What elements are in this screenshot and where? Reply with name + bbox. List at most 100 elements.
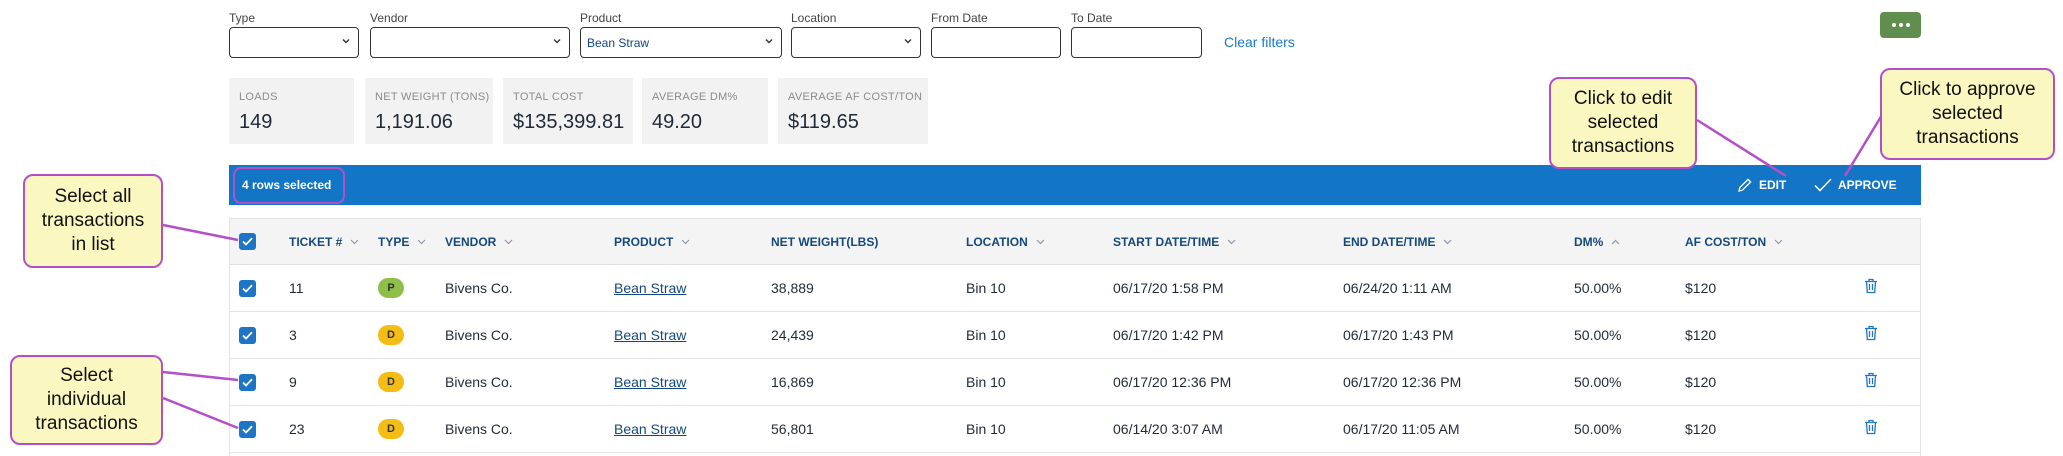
checkmark-icon [242,378,253,387]
trash-icon[interactable] [1864,325,1878,341]
cell-af-cost: $120 [1685,280,1717,296]
filter-location-label: Location [791,11,837,25]
cell-start-date: 06/17/20 12:36 PM [1113,374,1232,390]
filter-from-date-input[interactable] [931,27,1061,58]
more-button[interactable] [1880,12,1921,38]
filter-type-select[interactable] [229,27,359,58]
type-badge: D [378,372,404,392]
trash-icon[interactable] [1864,419,1878,435]
cell-dm: 50.00% [1574,280,1622,296]
cell-dm: 50.00% [1574,374,1622,390]
cell-net-weight: 38,889 [771,280,814,296]
table-row[interactable]: 3 D Bivens Co. Bean Straw 24,439 Bin 10 … [230,312,1920,359]
filter-product-label: Product [580,11,622,25]
stat-average-dm: AVERAGE DM% 49.20 [642,78,768,144]
stat-total-cost: TOTAL COST $135,399.81 [503,78,633,144]
cell-end-date: 06/17/20 1:43 PM [1343,327,1454,343]
column-ticket[interactable]: TICKET # [289,235,359,249]
clear-filters-link[interactable]: Clear filters [1224,34,1295,50]
column-label: AF COST/TON [1685,235,1767,249]
cell-vendor: Bivens Co. [445,421,513,437]
stat-net-weight: NET WEIGHT (TONS) 1,191.06 [365,78,493,144]
filter-product-select[interactable]: Bean Straw [580,27,782,58]
stat-label: NET WEIGHT (TONS) [375,91,490,103]
cell-vendor: Bivens Co. [445,280,513,296]
callout-select-all: Select all transactions in list [23,174,163,268]
column-dm[interactable]: DM% [1574,235,1620,249]
stat-average-af-cost: AVERAGE AF COST/TON $119.65 [778,78,928,144]
pencil-icon [1738,178,1752,192]
cell-end-date: 06/24/20 1:11 AM [1343,280,1452,296]
stat-value: 149 [239,111,273,133]
chevron-down-icon [1036,239,1045,245]
table-header: TICKET # TYPE VENDOR PRODUCT NET WEIGHT(… [230,219,1920,265]
cell-net-weight: 56,801 [771,421,814,437]
column-af-cost[interactable]: AF COST/TON [1685,235,1783,249]
chevron-up-icon [1611,239,1620,245]
selected-count-highlight [233,167,345,204]
filter-to-date-input[interactable] [1071,27,1202,58]
cell-af-cost: $120 [1685,374,1717,390]
table-row[interactable]: 9 D Bivens Co. Bean Straw 16,869 Bin 10 … [230,359,1920,406]
trash-icon[interactable] [1864,372,1878,388]
cell-dm: 50.00% [1574,327,1622,343]
cell-location: Bin 10 [966,421,1006,437]
approve-button[interactable]: APPROVE [1814,177,1897,193]
cell-ticket: 3 [289,327,297,343]
cell-location: Bin 10 [966,327,1006,343]
chevron-down-icon [1444,239,1452,245]
column-location[interactable]: LOCATION [966,235,1045,249]
row-checkbox[interactable] [239,327,256,344]
cell-ticket: 11 [289,280,304,296]
column-label: START DATE/TIME [1113,235,1220,249]
chevron-down-icon [417,239,426,245]
column-end-date[interactable]: END DATE/TIME [1343,235,1452,249]
select-all-checkbox[interactable] [239,233,256,250]
column-label: LOCATION [966,235,1028,249]
cell-product-link[interactable]: Bean Straw [614,280,686,296]
column-label: NET WEIGHT(LBS) [771,235,879,249]
type-badge: D [378,325,404,345]
type-badge: D [378,419,404,439]
chevron-down-icon [342,39,350,44]
filter-to-date-label: To Date [1071,11,1113,25]
cell-product-link[interactable]: Bean Straw [614,374,686,390]
row-checkbox[interactable] [239,421,256,438]
stat-label: TOTAL COST [513,91,584,103]
filter-vendor-select[interactable] [370,27,570,58]
table-row[interactable]: 11 P Bivens Co. Bean Straw 38,889 Bin 10… [230,265,1920,312]
checkmark-icon [242,284,253,293]
cell-dm: 50.00% [1574,421,1622,437]
stat-value: $135,399.81 [513,111,625,133]
checkmark-icon [242,425,253,434]
cell-product-link[interactable]: Bean Straw [614,421,686,437]
callout-approve: Click to approve selected transactions [1880,68,2055,160]
stat-value: 1,191.06 [375,111,453,133]
cell-product-link[interactable]: Bean Straw [614,327,686,343]
cell-start-date: 06/14/20 3:07 AM [1113,421,1223,437]
column-net-weight[interactable]: NET WEIGHT(LBS) [771,235,878,249]
column-start-date[interactable]: START DATE/TIME [1113,235,1236,249]
row-checkbox[interactable] [239,280,256,297]
cell-ticket: 23 [289,421,305,437]
cell-start-date: 06/17/20 1:58 PM [1113,280,1224,296]
chevron-down-icon [904,39,912,44]
cell-net-weight: 24,439 [771,327,814,343]
trash-icon[interactable] [1864,278,1878,294]
filter-location-select[interactable] [791,27,921,58]
column-product[interactable]: PRODUCT [614,235,690,249]
filter-type-label: Type [229,11,256,25]
chevron-down-icon [1774,239,1783,245]
column-label: PRODUCT [614,235,674,249]
column-label: VENDOR [445,235,497,249]
cell-end-date: 06/17/20 12:36 PM [1343,374,1462,390]
column-type[interactable]: TYPE [378,235,426,249]
column-label: END DATE/TIME [1343,235,1436,249]
stat-label: LOADS [239,91,278,103]
table-row[interactable]: 23 D Bivens Co. Bean Straw 56,801 Bin 10… [230,406,1920,453]
column-vendor[interactable]: VENDOR [445,235,513,249]
chevron-down-icon [1227,239,1236,245]
stat-label: AVERAGE DM% [652,91,738,103]
edit-button[interactable]: EDIT [1737,177,1786,193]
row-checkbox[interactable] [239,374,256,391]
